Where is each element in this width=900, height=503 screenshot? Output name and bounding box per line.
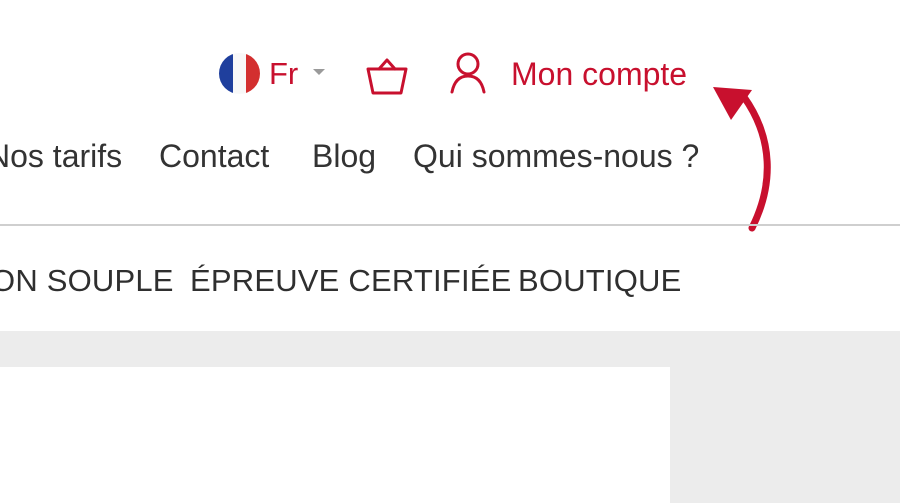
chevron-down-icon[interactable] bbox=[313, 69, 325, 75]
main-nav-item-shop[interactable]: BOUTIQUE bbox=[518, 262, 682, 300]
france-flag-icon[interactable] bbox=[219, 53, 260, 94]
nav-item-about[interactable]: Qui sommes-nous ? bbox=[413, 137, 699, 175]
main-navigation: ON SOUPLE ÉPREUVE CERTIFIÉE BOUTIQUE bbox=[0, 250, 900, 310]
nav-item-pricing[interactable]: Nos tarifs bbox=[0, 137, 122, 175]
curved-arrow-icon bbox=[700, 80, 790, 235]
content-card bbox=[0, 367, 670, 503]
language-selector-label[interactable]: Fr bbox=[269, 54, 298, 94]
shopping-basket-icon[interactable] bbox=[365, 53, 409, 97]
content-area bbox=[0, 331, 900, 503]
header-divider bbox=[0, 224, 900, 226]
nav-item-blog[interactable]: Blog bbox=[312, 137, 376, 175]
main-nav-item-partial[interactable]: ON SOUPLE bbox=[0, 262, 174, 300]
user-icon[interactable] bbox=[448, 52, 488, 94]
my-account-link[interactable]: Mon compte bbox=[511, 54, 687, 94]
nav-item-contact[interactable]: Contact bbox=[159, 137, 269, 175]
main-nav-item-certified-test[interactable]: ÉPREUVE CERTIFIÉE bbox=[190, 262, 512, 300]
